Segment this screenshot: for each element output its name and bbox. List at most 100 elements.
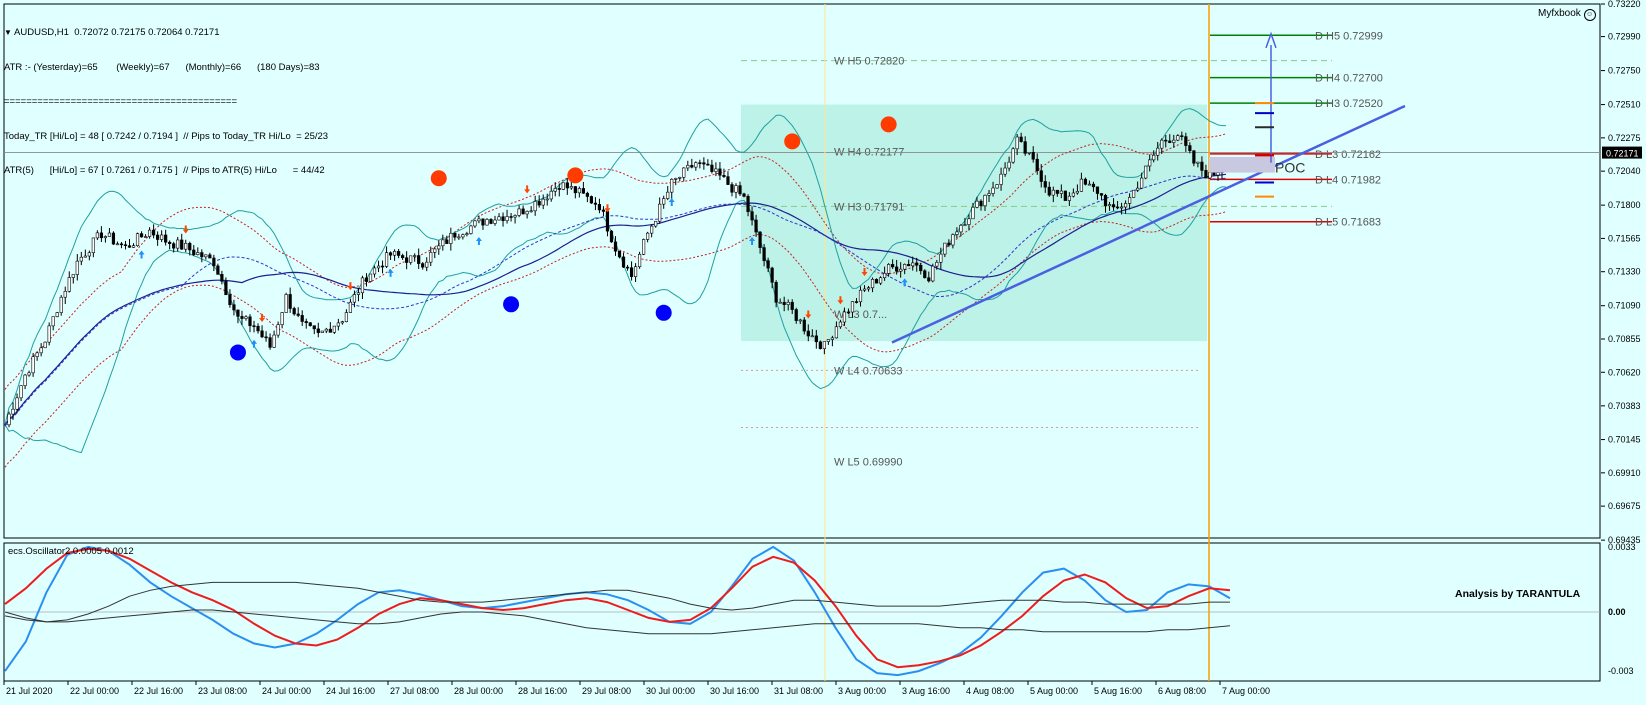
time-axis-label: 7 Aug 00:00 (1222, 686, 1270, 696)
candle-body (573, 186, 577, 194)
candle-body (244, 316, 248, 319)
candle-body (710, 164, 714, 172)
brand-label[interactable]: Myfxbook ☺ (1538, 8, 1596, 21)
candle-body (617, 250, 622, 258)
candle-body (629, 267, 634, 277)
candle-body (790, 301, 794, 310)
candle-body (1055, 189, 1059, 194)
candle-body (1003, 167, 1007, 175)
candle-body (135, 233, 140, 246)
candle-body (1011, 148, 1015, 163)
candle-body (212, 257, 216, 267)
candle-body (1035, 158, 1039, 172)
candle-body (228, 294, 232, 305)
candle-body (324, 328, 328, 332)
chart-window: D H5 0.72999 D H4 0.72700 D H3 0.72520 D L3… (0, 0, 1646, 705)
candle-body (650, 225, 654, 234)
candle-body (332, 325, 336, 333)
buy-arrow-icon (668, 198, 675, 207)
time-axis-label: 6 Aug 08:00 (1158, 686, 1206, 696)
candle-body (1152, 154, 1156, 161)
candle-body (115, 243, 120, 246)
candle-body (987, 193, 991, 196)
signal-dot (503, 296, 520, 313)
candle-body (99, 232, 103, 239)
candle-body (296, 313, 300, 316)
candle-body (1208, 172, 1212, 179)
candle-body (360, 277, 365, 294)
candle-body (119, 243, 124, 246)
candle-body (59, 296, 63, 313)
candle-body (690, 165, 694, 168)
candle-body (1023, 141, 1027, 154)
candle-body (172, 243, 176, 249)
time-axis-label: 28 Jul 00:00 (454, 686, 503, 696)
candle-body (545, 198, 549, 201)
candle-body (907, 264, 911, 267)
candle-body (979, 200, 983, 207)
candle-body (67, 277, 71, 292)
candle-body (449, 232, 453, 244)
candle-body (87, 252, 91, 257)
candle-body (1103, 195, 1108, 207)
candle-body (1063, 190, 1067, 201)
candle-body (826, 339, 830, 342)
candle-body (204, 254, 208, 258)
candle-body (316, 328, 320, 333)
candle-body (939, 253, 943, 263)
candle-body (609, 230, 614, 243)
candle-body (911, 262, 915, 267)
candle-body (7, 413, 11, 426)
candle-body (613, 241, 618, 252)
candle-body (1015, 136, 1019, 150)
candle-body (288, 294, 292, 309)
candle-body (971, 206, 975, 220)
candle-body (585, 192, 589, 197)
candle-body (1071, 192, 1075, 197)
dropdown-arrow-icon[interactable]: ▼ (4, 28, 12, 37)
candle-body (593, 202, 598, 205)
candle-body (706, 163, 710, 166)
candle-body (750, 211, 754, 221)
candle-body (364, 277, 369, 282)
price-axis-label: 0.70145 (1608, 435, 1641, 445)
candle-body (308, 322, 312, 326)
buy-arrow-icon (387, 268, 394, 277)
candle-body (923, 270, 927, 279)
candle-body (19, 385, 23, 399)
price-axis-label: 0.72275 (1608, 133, 1641, 143)
candle-body (513, 215, 517, 218)
candle-body (1087, 183, 1092, 186)
candle-body (236, 309, 240, 317)
candle-body (698, 162, 702, 164)
candle-body (625, 266, 630, 269)
price-axis-label: 0.73220 (1608, 0, 1641, 9)
candle-body (437, 245, 441, 250)
candle-body (642, 239, 646, 255)
candle-body (702, 162, 706, 165)
candle-body (991, 187, 995, 194)
oscillator-axis-label: 0.00 (1608, 607, 1626, 617)
candle-body (216, 265, 220, 275)
time-axis-label: 5 Aug 00:00 (1030, 686, 1078, 696)
candle-body (160, 234, 164, 240)
candle-body (1051, 189, 1055, 196)
candle-body (143, 236, 148, 238)
time-axis-label: 24 Jul 00:00 (262, 686, 311, 696)
candle-body (1156, 147, 1160, 156)
candle-body (533, 201, 537, 212)
candle-body (726, 176, 730, 185)
candle-body (252, 325, 256, 328)
candle-body (196, 252, 200, 255)
time-axis-label: 28 Jul 16:00 (518, 686, 567, 696)
candle-body (754, 219, 758, 233)
candle-body (1099, 193, 1104, 196)
candle-body (870, 278, 875, 289)
candle-body (738, 185, 742, 195)
candle-body (461, 234, 465, 238)
candle-body (276, 324, 280, 336)
candle-body (43, 341, 47, 349)
candle-body (1204, 170, 1208, 179)
candle-body (103, 236, 108, 239)
candle-body (633, 266, 638, 277)
